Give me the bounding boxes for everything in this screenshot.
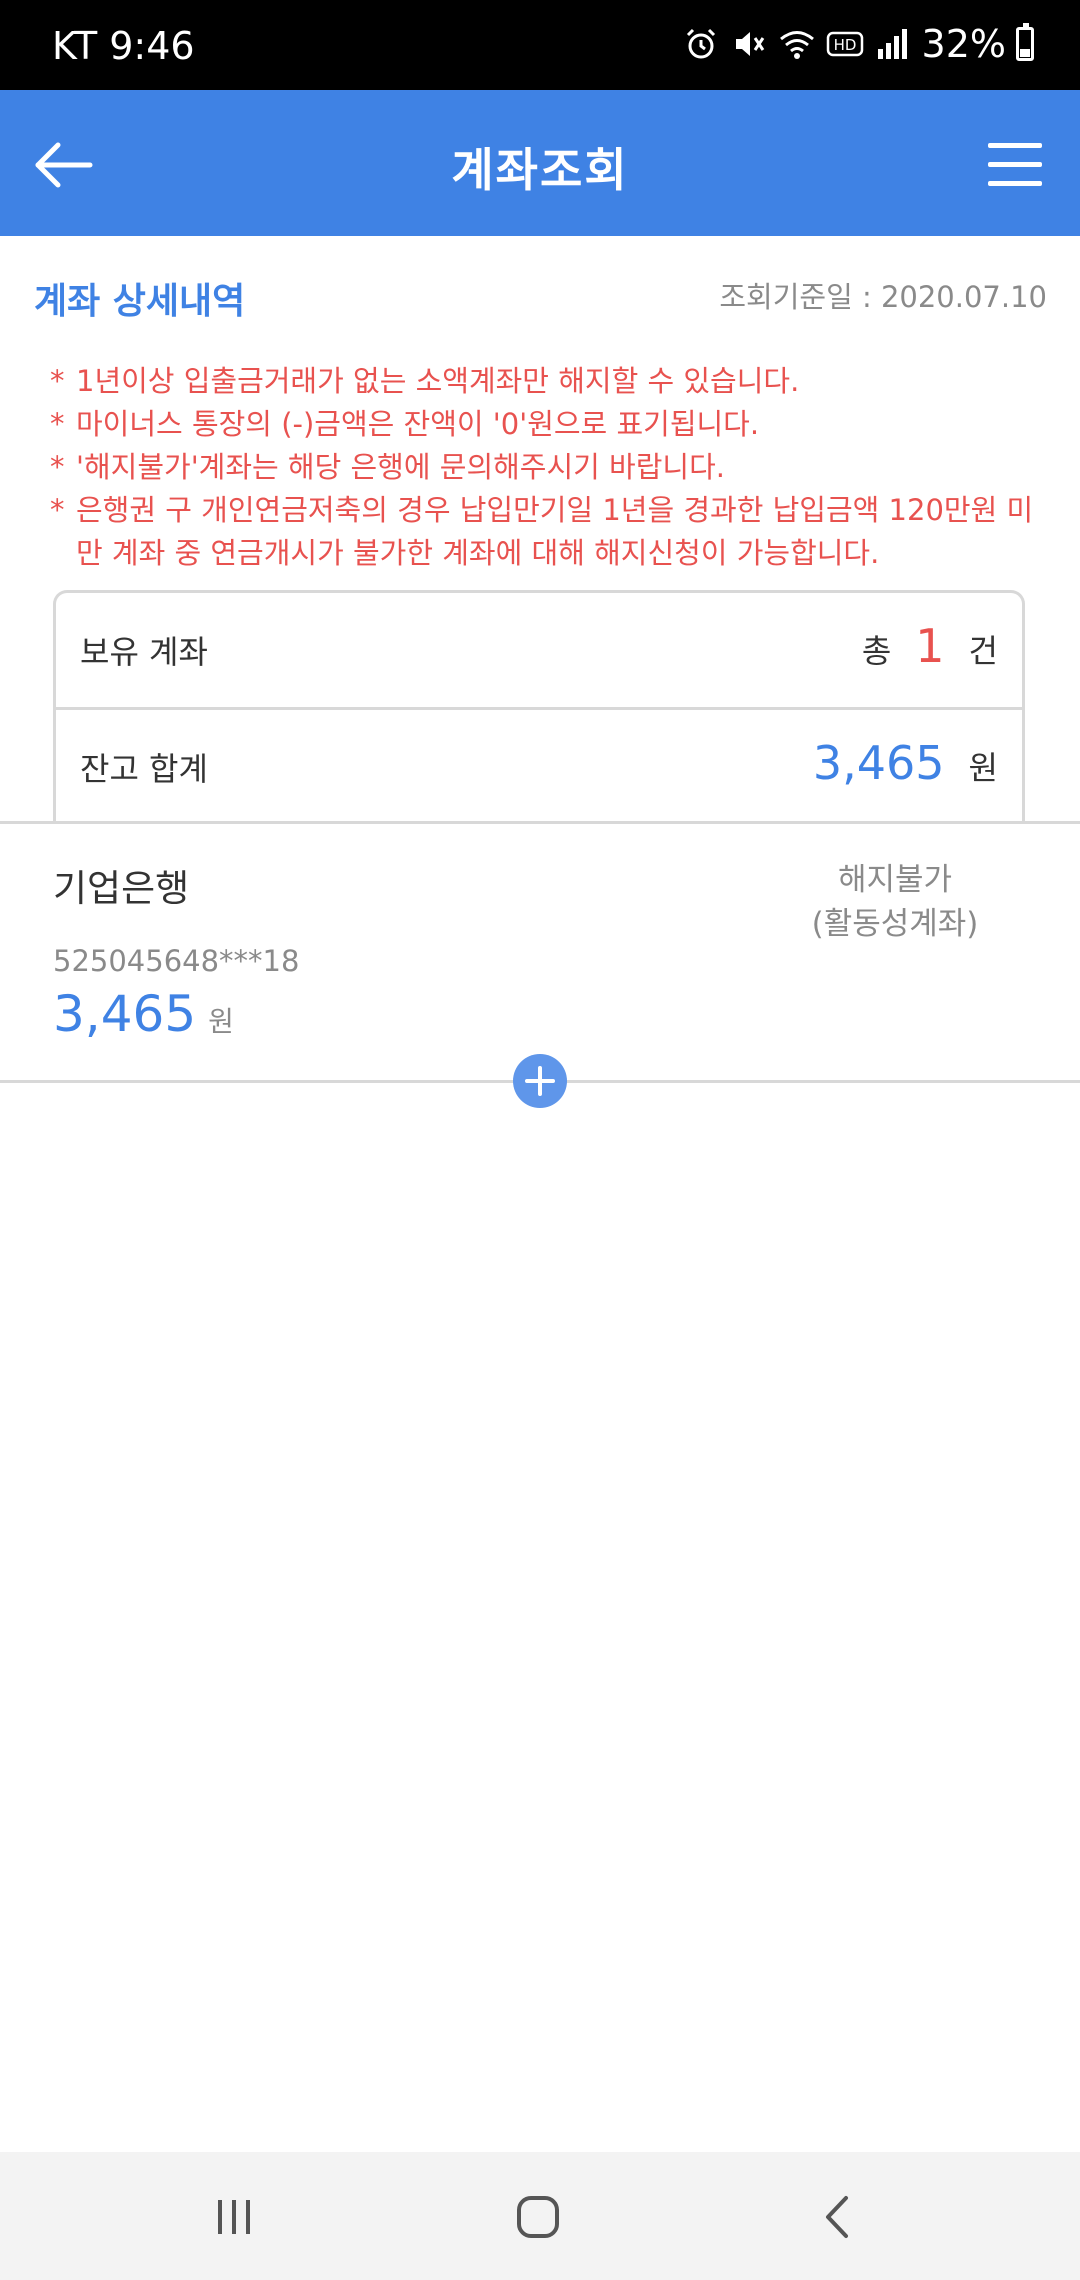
held-accounts-row: 보유 계좌 총 1 건 xyxy=(56,593,1022,710)
notice-text: '해지불가'계좌는 해당 은행에 문의해주시기 바랍니다. xyxy=(76,450,725,484)
notice-bullet: * xyxy=(50,493,65,527)
notice-bullet: * xyxy=(50,450,65,484)
mute-icon xyxy=(735,32,764,56)
status-bar: KT 9:46 HD 32% xyxy=(0,0,1080,90)
home-icon[interactable] xyxy=(508,2192,568,2242)
total-balance-label: 잔고 합계 xyxy=(80,750,208,788)
notice-bullet: * xyxy=(50,407,65,441)
count-unit: 건 xyxy=(968,632,998,670)
account-status-line1: 해지불가 xyxy=(837,862,953,898)
account-number: 525045648***18 xyxy=(53,944,300,978)
divider xyxy=(0,821,1080,824)
notice-item: * 1년이상 입출금거래가 없는 소액계좌만 해지할 수 있습니다. xyxy=(50,360,1040,403)
total-balance-unit: 원 xyxy=(968,749,998,787)
notice-item: * '해지불가'계좌는 해당 은행에 문의해주시기 바랍니다. xyxy=(50,446,1040,489)
battery-icon xyxy=(1016,23,1034,61)
account-status: 해지불가 (활동성계좌) xyxy=(790,858,1000,946)
battery-percent: 32% xyxy=(921,22,1006,66)
account-count: 1 xyxy=(915,619,945,673)
wifi-icon xyxy=(779,31,814,59)
notice-text: 마이너스 통장의 (-)금액은 잔액이 '0'원으로 표기됩니다. xyxy=(76,407,760,441)
section-title: 계좌 상세내역 xyxy=(34,281,246,322)
account-status-line2: (활동성계좌) xyxy=(811,906,979,942)
svg-text:HD: HD xyxy=(833,36,856,54)
held-accounts-label: 보유 계좌 xyxy=(80,633,208,671)
account-balance: 3,465 원 xyxy=(53,985,234,1043)
account-balance-amount: 3,465 xyxy=(53,985,197,1043)
total-balance-row: 잔고 합계 3,465 원 xyxy=(56,710,1022,822)
status-icons: HD 32% xyxy=(682,22,1034,66)
system-nav-bar xyxy=(0,2152,1080,2280)
account-balance-unit: 원 xyxy=(208,1005,234,1038)
plus-circle-icon xyxy=(525,1066,555,1096)
notice-list: * 1년이상 입출금거래가 없는 소액계좌만 해지할 수 있습니다. * 마이너… xyxy=(50,360,1040,575)
signal-icon xyxy=(877,29,907,59)
expand-button[interactable] xyxy=(513,1054,567,1108)
total-balance-amount: 3,465 xyxy=(812,736,945,790)
page-title: 계좌조회 xyxy=(451,143,629,197)
notice-text: 은행권 구 개인연금저축의 경우 납입만기일 1년을 경과한 납입금액 120만… xyxy=(76,493,1034,570)
carrier-time: KT 9:46 xyxy=(52,24,195,68)
account-summary: 보유 계좌 총 1 건 잔고 합계 3,465 원 xyxy=(53,590,1025,822)
notice-bullet: * xyxy=(50,364,65,398)
total-balance-value: 3,465 원 xyxy=(813,736,998,790)
hd-icon: HD xyxy=(826,31,863,57)
notice-text: 1년이상 입출금거래가 없는 소액계좌만 해지할 수 있습니다. xyxy=(76,364,800,398)
reference-date: 조회기준일 : 2020.07.10 xyxy=(719,280,1047,314)
app-bar: 계좌조회 xyxy=(0,90,1080,236)
hamburger-menu-icon[interactable] xyxy=(980,130,1050,200)
held-accounts-value: 총 1 건 xyxy=(862,619,998,673)
count-prefix: 총 xyxy=(861,632,892,670)
recents-icon[interactable] xyxy=(204,2192,264,2242)
bank-name: 기업은행 xyxy=(53,867,190,910)
nav-back-icon[interactable] xyxy=(810,2192,870,2242)
notice-item: * 마이너스 통장의 (-)금액은 잔액이 '0'원으로 표기됩니다. xyxy=(50,403,1040,446)
alarm-icon xyxy=(686,28,715,59)
notice-item: * 은행권 구 개인연금저축의 경우 납입만기일 1년을 경과한 납입금액 12… xyxy=(50,489,1040,575)
